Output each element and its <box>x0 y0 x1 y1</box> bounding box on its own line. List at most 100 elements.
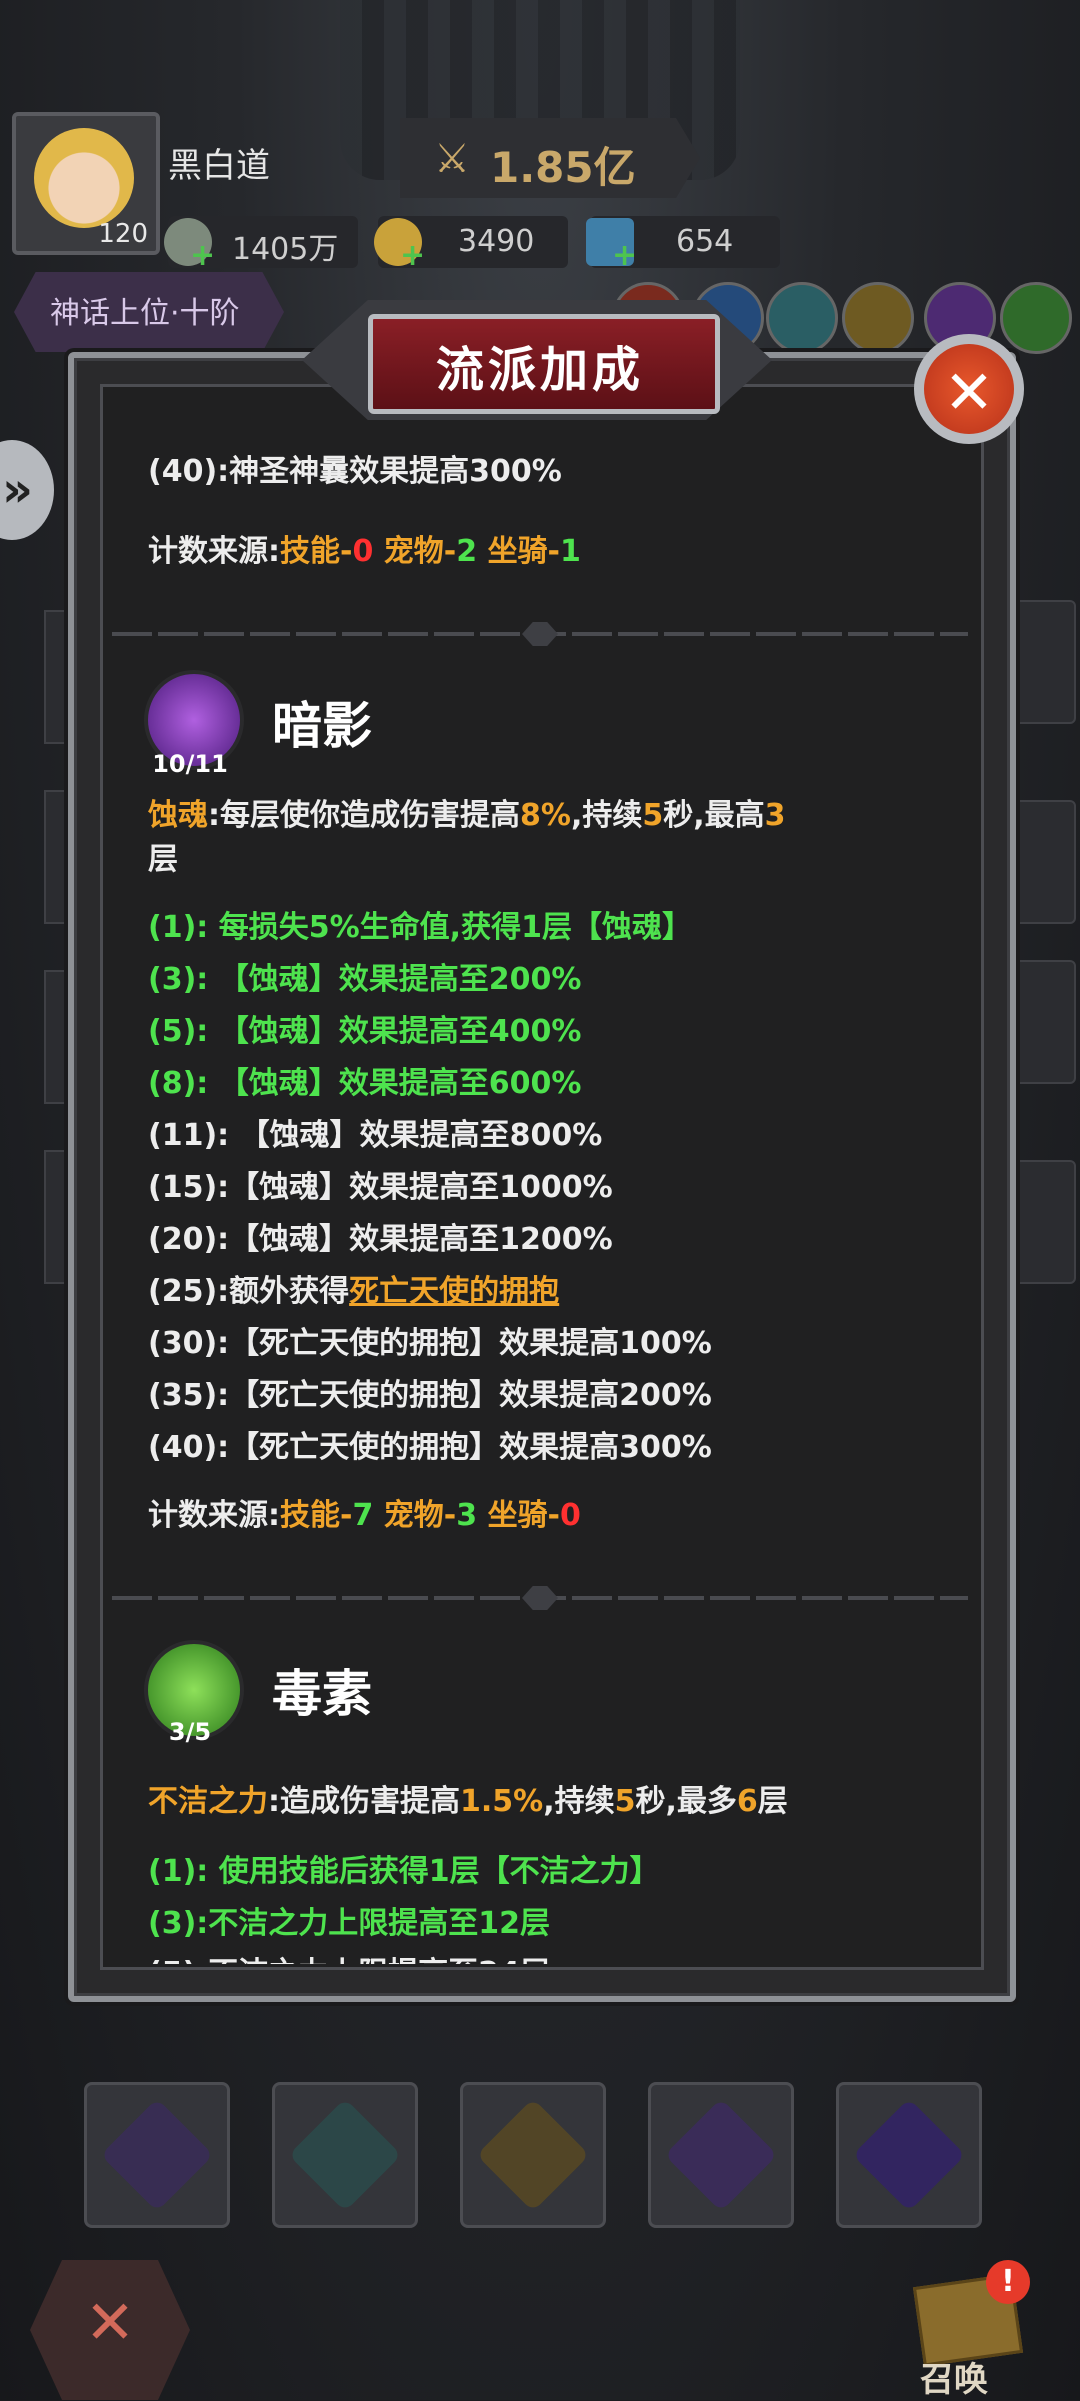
desc-seconds: 5 <box>642 798 664 833</box>
school-icon-poison[interactable] <box>1000 282 1072 354</box>
tier-line: (15):【蚀魂】效果提高至1000% <box>148 1170 613 1205</box>
tier-line-clipped: (5):不洁之力上限提高至24层 <box>148 1948 550 1964</box>
desc-text: 层 <box>757 1784 788 1819</box>
add-icon[interactable]: + <box>400 238 425 273</box>
tier-line-active: (1): 使用技能后获得1层【不洁之力】 <box>148 1854 660 1889</box>
alert-badge: ! <box>986 2260 1030 2304</box>
resource-silver[interactable]: + 1405万 <box>164 216 358 273</box>
tier-line: (40):【死亡天使的拥抱】效果提高300% <box>148 1430 712 1465</box>
fire-skill-icon <box>476 2098 590 2212</box>
tier-line: (35):【死亡天使的拥抱】效果提高200% <box>148 1378 712 1413</box>
resource-value: 3490 <box>458 224 535 259</box>
skill-slot[interactable] <box>460 2082 606 2228</box>
desc-text: ,持续 <box>543 1784 615 1819</box>
close-icon: ✕ <box>84 2288 136 2358</box>
double-chevron-right-icon: » <box>2 462 34 518</box>
desc-text: 秒,最多 <box>635 1784 737 1819</box>
summon-button[interactable]: 召唤 ! <box>900 2260 1030 2400</box>
skill-slot[interactable] <box>648 2082 794 2228</box>
skill-slot[interactable] <box>272 2082 418 2228</box>
resource-gold[interactable]: + 3490 <box>374 216 568 273</box>
side-slot[interactable] <box>1012 800 1076 924</box>
count-pet-value: 3 <box>456 1498 478 1533</box>
desc-seconds: 5 <box>614 1784 636 1819</box>
skill-slot[interactable] <box>84 2082 230 2228</box>
count-sources: 计数来源:技能-7 宠物-3 坐骑-0 <box>148 1490 581 1534</box>
tier-line: (40):神圣神曩效果提高300% <box>148 454 562 489</box>
player-name: 黑白道 <box>168 146 270 186</box>
avatar-portrait <box>34 128 134 228</box>
death-angel-embrace-link[interactable]: 死亡天使的拥抱 <box>349 1274 559 1309</box>
add-icon[interactable]: + <box>190 238 215 273</box>
count-prefix: 计数来源: <box>148 534 280 569</box>
section-divider <box>112 622 968 646</box>
shadow-skill-icon <box>100 2098 214 2212</box>
count-skill: 技能- <box>280 1498 353 1533</box>
side-slot[interactable] <box>1012 960 1076 1084</box>
desc-text: :造成伤害提高 <box>268 1784 460 1819</box>
close-icon: ✕ <box>943 358 995 428</box>
side-slot[interactable] <box>1012 1160 1076 1284</box>
school-icon-holy[interactable] <box>842 282 914 354</box>
count-pet: 宠物- <box>383 1498 457 1533</box>
tier-text: (25):额外获得 <box>148 1274 350 1309</box>
resource-value: 1405万 <box>232 232 339 267</box>
count-mount-value: 1 <box>560 534 581 569</box>
desc-max: 6 <box>736 1784 758 1819</box>
desc-text: ,持续 <box>570 798 643 833</box>
rank-badge[interactable]: 神话上位·十阶 <box>14 272 284 352</box>
shadow-school-name: 暗影 <box>272 697 372 755</box>
close-button[interactable]: ✕ <box>914 334 1024 444</box>
bottom-close-button[interactable]: ✕ <box>30 2260 190 2400</box>
desc-text: :每层使你造成伤害提高 <box>208 798 520 833</box>
star-skill-icon <box>664 2098 778 2212</box>
player-level: 120 <box>98 219 148 249</box>
count-skill: 技能- <box>280 534 353 569</box>
vortex-skill-icon <box>852 2098 966 2212</box>
tier-line: (20):【蚀魂】效果提高至1200% <box>148 1222 613 1257</box>
desc-term: 不洁之力 <box>148 1784 268 1819</box>
count-skill-value: 7 <box>352 1498 374 1533</box>
count-pet-value: 2 <box>456 534 478 569</box>
count-skill-value: 0 <box>352 534 374 569</box>
poison-school-count: 3/5 <box>168 1718 212 1746</box>
player-avatar[interactable]: 120 <box>12 112 160 255</box>
tier-line-active: (3):不洁之力上限提高至12层 <box>148 1906 551 1941</box>
tier-line-active: (1): 每损失5%生命值,获得1层【蚀魂】 <box>148 910 692 945</box>
shadow-school-count: 10/11 <box>152 750 228 778</box>
count-mount: 坐骑- <box>487 534 561 569</box>
count-mount-value: 0 <box>560 1498 581 1533</box>
desc-term: 蚀魂 <box>148 798 208 833</box>
close-button-face: ✕ <box>924 344 1014 434</box>
desc-text: 秒,最高 <box>663 798 765 833</box>
crossed-swords-icon: ⚔ <box>434 136 470 182</box>
desc-percent: 1.5% <box>460 1784 544 1819</box>
poison-description: 不洁之力:造成伤害提高1.5%,持续5秒,最多6层 <box>148 1776 788 1820</box>
tier-line-active: (3): 【蚀魂】效果提高至200% <box>148 962 582 997</box>
poison-school-name: 毒素 <box>272 1665 372 1723</box>
dialog-title: 流派加成 <box>435 342 644 398</box>
skill-slot[interactable] <box>836 2082 982 2228</box>
desc-max: 3 <box>764 798 786 833</box>
tier-line: (11): 【蚀魂】效果提高至800% <box>148 1118 603 1153</box>
tier-line: (30):【死亡天使的拥抱】效果提高100% <box>148 1326 712 1361</box>
count-mount: 坐骑- <box>487 1498 561 1533</box>
count-pet: 宠物- <box>383 534 457 569</box>
count-prefix: 计数来源: <box>148 1498 280 1533</box>
resource-gem[interactable]: + 654 <box>586 216 780 273</box>
add-icon[interactable]: + <box>612 238 637 273</box>
tier-line-active: (8): 【蚀魂】效果提高至600% <box>148 1066 582 1101</box>
resource-value: 654 <box>676 224 734 259</box>
tier-line: (25):额外获得死亡天使的拥抱 <box>148 1266 559 1310</box>
combat-power-banner: ⚔ 1.85亿 <box>400 118 700 198</box>
section-divider <box>112 1586 968 1610</box>
tier-line-active: (5): 【蚀魂】效果提高至400% <box>148 1014 582 1049</box>
rank-label: 神话上位·十阶 <box>50 296 240 331</box>
summon-label: 召唤 <box>920 2360 988 2400</box>
eye-skill-icon <box>288 2098 402 2212</box>
combat-power-value: 1.85亿 <box>490 143 636 192</box>
shadow-description: 蚀魂:每层使你造成伤害提高8%,持续5秒,最高3 <box>148 790 786 834</box>
side-slot[interactable] <box>1012 600 1076 724</box>
dialog-title-banner: 流派加成 <box>302 292 778 426</box>
desc-percent: 8% <box>520 798 571 833</box>
